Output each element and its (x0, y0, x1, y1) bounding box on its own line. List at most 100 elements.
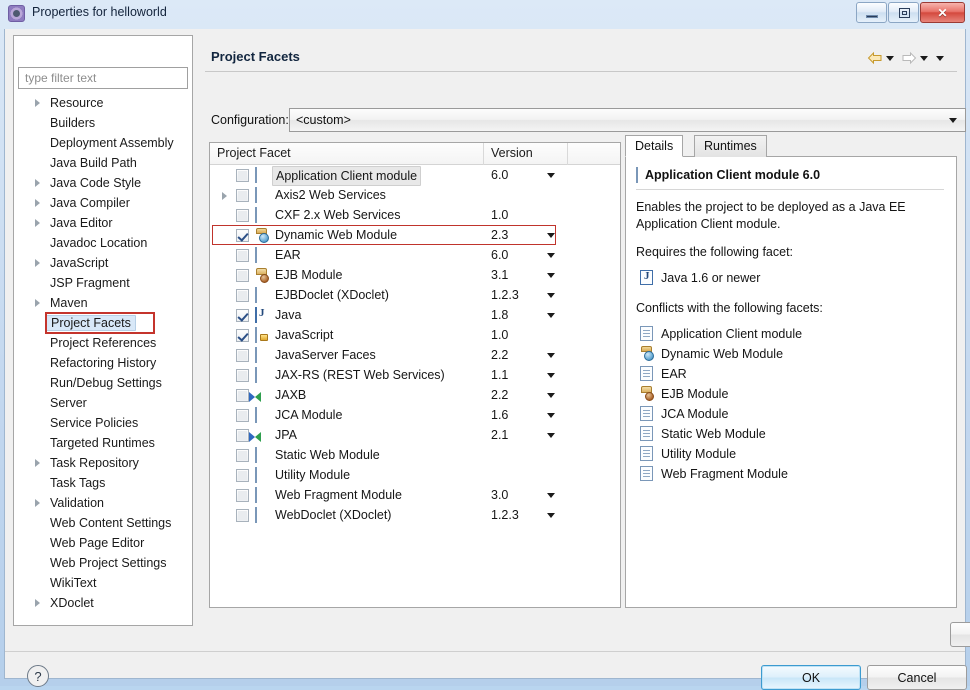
sidebar-item-project-facets[interactable]: Project Facets (45, 312, 155, 334)
sidebar-item-web-project-settings[interactable]: Web Project Settings (14, 553, 192, 573)
table-row[interactable]: JAXB 2.2 (210, 385, 620, 405)
version-dropdown-icon[interactable] (547, 513, 555, 518)
version-dropdown-icon[interactable] (547, 273, 555, 278)
tab-details[interactable]: Details (625, 135, 684, 157)
chevron-right-icon[interactable] (35, 99, 40, 107)
facet-checkbox[interactable] (236, 329, 249, 342)
table-row[interactable]: WebDoclet (XDoclet) 1.2.3 (210, 505, 620, 525)
version-dropdown-icon[interactable] (547, 393, 555, 398)
chevron-right-icon[interactable] (35, 219, 40, 227)
forward-dropdown-icon[interactable] (920, 55, 928, 61)
minimize-button[interactable] (856, 2, 887, 23)
facet-checkbox[interactable] (236, 449, 249, 462)
sidebar-item-service-policies[interactable]: Service Policies (14, 413, 192, 433)
version-dropdown-icon[interactable] (547, 413, 555, 418)
settings-tree[interactable]: Resource Builders Deployment Assembly Java … (13, 91, 193, 626)
chevron-right-icon[interactable] (35, 299, 40, 307)
table-row[interactable]: Web Fragment Module 3.0 (210, 485, 620, 505)
facet-checkbox[interactable] (236, 169, 249, 182)
cancel-button[interactable]: Cancel (867, 665, 967, 690)
facet-checkbox[interactable] (236, 229, 249, 242)
help-icon[interactable]: ? (27, 665, 49, 687)
table-row[interactable]: JavaServer Faces 2.2 (210, 345, 620, 365)
version-dropdown-icon[interactable] (547, 173, 555, 178)
sidebar-item-java-compiler[interactable]: Java Compiler (14, 193, 192, 213)
filter-input[interactable]: type filter text (18, 67, 188, 89)
facet-checkbox[interactable] (236, 189, 249, 202)
facet-checkbox[interactable] (236, 249, 249, 262)
sidebar-item-maven[interactable]: Maven (14, 293, 192, 313)
table-row[interactable]: EJB Module 3.1 (210, 265, 620, 285)
chevron-right-icon[interactable] (35, 179, 40, 187)
version-dropdown-icon[interactable] (547, 253, 555, 258)
facets-table[interactable]: Project Facet Version Application Client… (209, 142, 621, 608)
facet-checkbox[interactable] (236, 289, 249, 302)
version-dropdown-icon[interactable] (547, 433, 555, 438)
sidebar-item-xdoclet[interactable]: XDoclet (14, 593, 192, 613)
version-dropdown-icon[interactable] (547, 293, 555, 298)
sidebar-item-java-editor[interactable]: Java Editor (14, 213, 192, 233)
table-row[interactable]: Static Web Module (210, 445, 620, 465)
table-row[interactable]: JAX-RS (REST Web Services) 1.1 (210, 365, 620, 385)
chevron-right-icon[interactable] (35, 599, 40, 607)
close-button[interactable]: ✕ (920, 2, 965, 23)
back-arrow-icon[interactable] (867, 51, 883, 65)
sidebar-item-wikitext[interactable]: WikiText (14, 573, 192, 593)
facet-checkbox[interactable] (236, 489, 249, 502)
sidebar-item-task-repository[interactable]: Task Repository (14, 453, 192, 473)
forward-arrow-icon[interactable] (901, 51, 917, 65)
table-row[interactable]: JPA 2.1 (210, 425, 620, 445)
sidebar-item-refactoring-history[interactable]: Refactoring History (14, 353, 192, 373)
sidebar-item-targeted-runtimes[interactable]: Targeted Runtimes (14, 433, 192, 453)
version-dropdown-icon[interactable] (547, 493, 555, 498)
maximize-button[interactable] (888, 2, 919, 23)
configuration-select[interactable]: <custom> (289, 108, 966, 132)
sidebar-item-resource[interactable]: Resource (14, 93, 192, 113)
version-dropdown-icon[interactable] (547, 373, 555, 378)
table-row[interactable]: EAR 6.0 (210, 245, 620, 265)
sidebar-item-deployment-assembly[interactable]: Deployment Assembly (14, 133, 192, 153)
facet-checkbox[interactable] (236, 309, 249, 322)
sidebar-item-java-build-path[interactable]: Java Build Path (14, 153, 192, 173)
sidebar-item-web-content-settings[interactable]: Web Content Settings (14, 513, 192, 533)
facet-checkbox[interactable] (236, 369, 249, 382)
facet-checkbox[interactable] (236, 269, 249, 282)
sidebar-item-jsp-fragment[interactable]: JSP Fragment (14, 273, 192, 293)
sidebar-item-task-tags[interactable]: Task Tags (14, 473, 192, 493)
table-row[interactable]: EJBDoclet (XDoclet) 1.2.3 (210, 285, 620, 305)
page-menu-icon[interactable] (936, 55, 944, 61)
version-dropdown-icon[interactable] (547, 353, 555, 358)
facet-checkbox[interactable] (236, 409, 249, 422)
chevron-right-icon[interactable] (35, 459, 40, 467)
sidebar-item-run-debug-settings[interactable]: Run/Debug Settings (14, 373, 192, 393)
sidebar-item-project-references[interactable]: Project References (14, 333, 192, 353)
tab-runtimes[interactable]: Runtimes (694, 135, 767, 157)
table-row[interactable]: Utility Module (210, 465, 620, 485)
table-row[interactable]: Dynamic Web Module 2.3 (210, 225, 620, 245)
facet-checkbox[interactable] (236, 389, 249, 402)
sidebar-item-builders[interactable]: Builders (14, 113, 192, 133)
table-row[interactable]: JavaScript 1.0 (210, 325, 620, 345)
facet-checkbox[interactable] (236, 349, 249, 362)
chevron-right-icon[interactable] (35, 199, 40, 207)
sidebar-item-validation[interactable]: Validation (14, 493, 192, 513)
version-dropdown-icon[interactable] (547, 313, 555, 318)
table-row[interactable]: JCA Module 1.6 (210, 405, 620, 425)
table-row[interactable]: CXF 2.x Web Services 1.0 (210, 205, 620, 225)
chevron-right-icon[interactable] (35, 499, 40, 507)
sidebar-item-javascript[interactable]: JavaScript (14, 253, 192, 273)
sidebar-item-server[interactable]: Server (14, 393, 192, 413)
table-row[interactable]: Application Client module 6.0 (210, 165, 620, 186)
table-row[interactable]: Java 1.8 (210, 305, 620, 325)
ok-button[interactable]: OK (761, 665, 861, 690)
facet-checkbox[interactable] (236, 209, 249, 222)
sidebar-item-java-code-style[interactable]: Java Code Style (14, 173, 192, 193)
sidebar-item-web-page-editor[interactable]: Web Page Editor (14, 533, 192, 553)
chevron-right-icon[interactable] (35, 259, 40, 267)
version-dropdown-icon[interactable] (547, 233, 555, 238)
facet-checkbox[interactable] (236, 429, 249, 442)
chevron-right-icon[interactable] (222, 192, 227, 200)
facet-checkbox[interactable] (236, 509, 249, 522)
table-row[interactable]: Axis2 Web Services (210, 185, 620, 205)
sidebar-item-javadoc-location[interactable]: Javadoc Location (14, 233, 192, 253)
